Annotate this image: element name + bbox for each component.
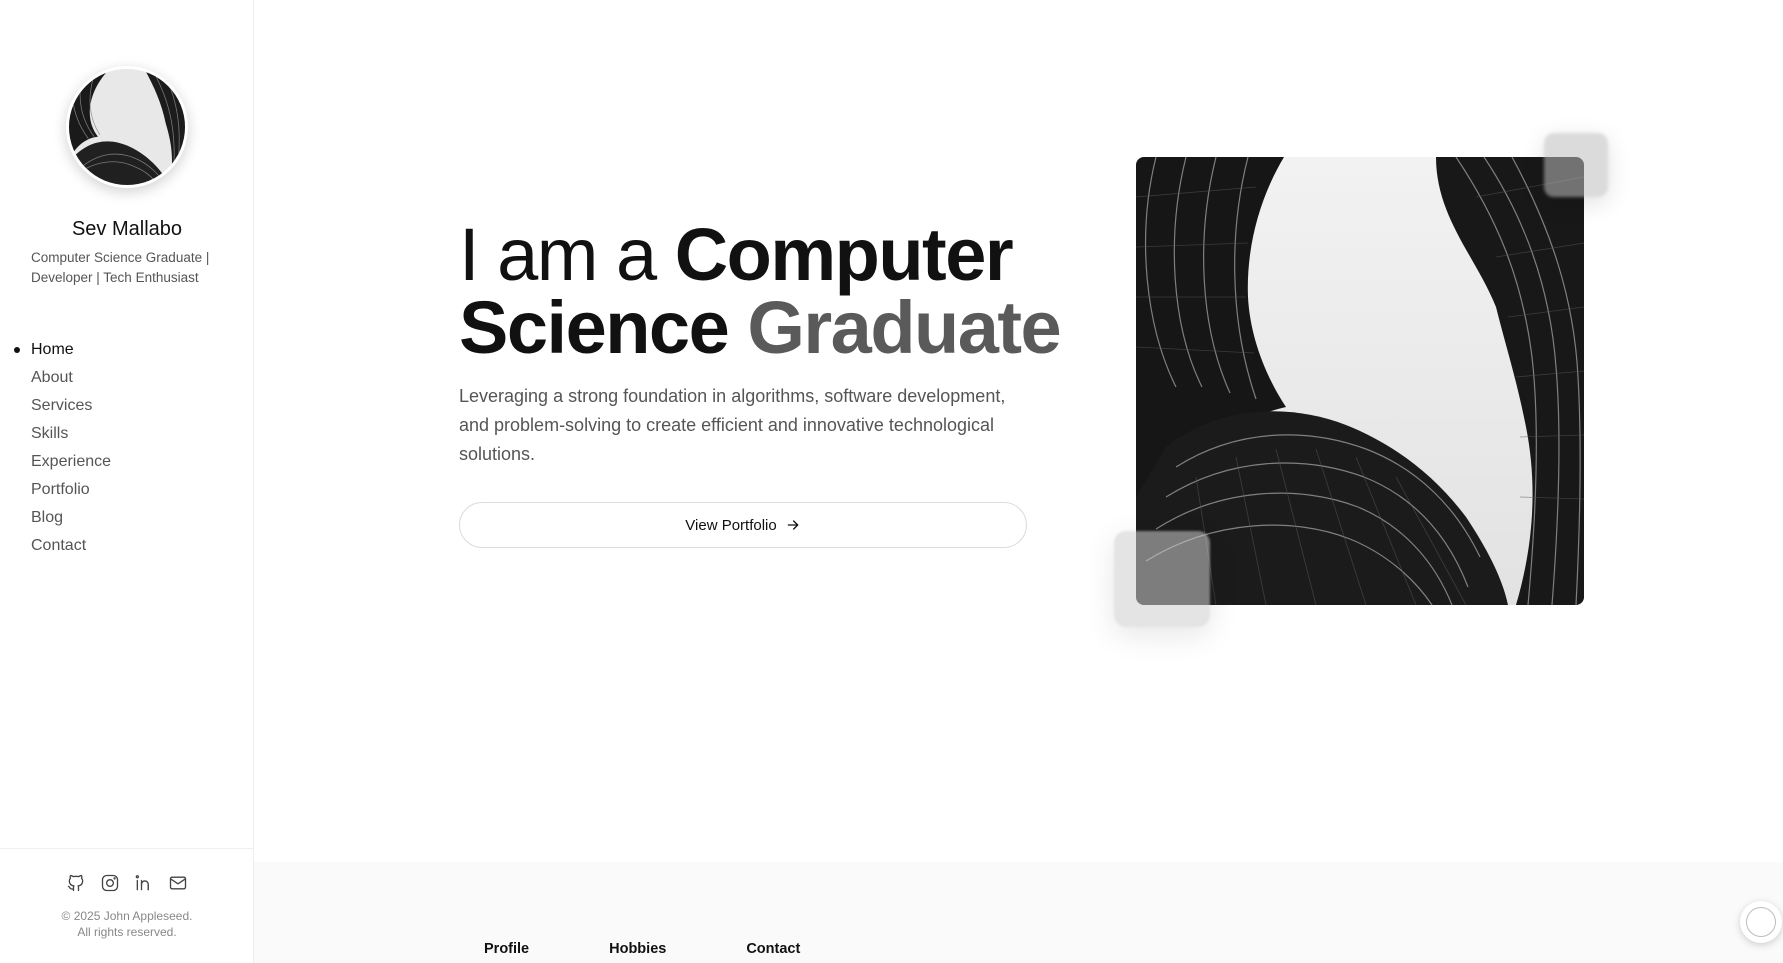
hero-title-part-4: Graduate [747, 286, 1061, 369]
sidebar-footer: © 2025 John Appleseed. All rights reserv… [0, 848, 254, 963]
nav-item-experience[interactable]: Experience [0, 448, 254, 476]
circle-icon [1746, 907, 1776, 937]
nav-item-services[interactable]: Services [0, 392, 254, 420]
avatar-image [69, 69, 185, 185]
view-portfolio-label: View Portfolio [685, 516, 777, 534]
arrow-right-icon [787, 520, 799, 530]
tab-contact[interactable]: Contact [746, 941, 800, 957]
nav-item-contact[interactable]: Contact [0, 532, 254, 560]
tab-hobbies[interactable]: Hobbies [609, 941, 666, 957]
decorative-tile-bottom-left [1114, 531, 1210, 627]
github-icon[interactable] [66, 873, 86, 893]
nav-item-blog[interactable]: Blog [0, 504, 254, 532]
hero-title-part-1: I am a [459, 213, 675, 296]
hero-title-part-2: Computer [674, 213, 1014, 296]
copyright-line-1: © 2025 John Appleseed. [61, 909, 193, 923]
decorative-tile-top-right [1544, 133, 1608, 197]
nav-item-portfolio[interactable]: Portfolio [0, 476, 254, 504]
tab-profile[interactable]: Profile [484, 941, 529, 957]
linkedin-icon[interactable] [134, 873, 154, 893]
sidebar: Sev Mallabo Computer Science Graduate | … [0, 0, 254, 963]
social-links [0, 873, 254, 893]
bottom-tabs: Profile Hobbies Contact [484, 941, 880, 957]
hero-title-part-3: Science [459, 286, 748, 369]
profile-tagline: Computer Science Graduate | Developer | … [31, 250, 210, 285]
app-root: Sev Mallabo Computer Science Graduate | … [0, 0, 1783, 963]
copyright: © 2025 John Appleseed. All rights reserv… [0, 908, 254, 940]
nav-item-skills[interactable]: Skills [0, 420, 254, 448]
scroll-progress-button[interactable] [1740, 901, 1782, 943]
mail-icon[interactable] [168, 873, 188, 893]
view-portfolio-button[interactable]: View Portfolio [459, 502, 1027, 548]
instagram-icon[interactable] [100, 873, 120, 893]
avatar [66, 66, 188, 188]
copyright-line-2: All rights reserved. [77, 925, 177, 939]
hero-description: Leveraging a strong foundation in algori… [459, 386, 1006, 464]
sidebar-nav: Home About Services Skills Experience Po… [0, 336, 254, 560]
nav-item-about[interactable]: About [0, 364, 254, 392]
profile-name: Sev Mallabo [71, 218, 183, 240]
hero-title: I am a Computer Science Graduate [459, 218, 1062, 365]
nav-item-home[interactable]: Home [0, 336, 254, 364]
